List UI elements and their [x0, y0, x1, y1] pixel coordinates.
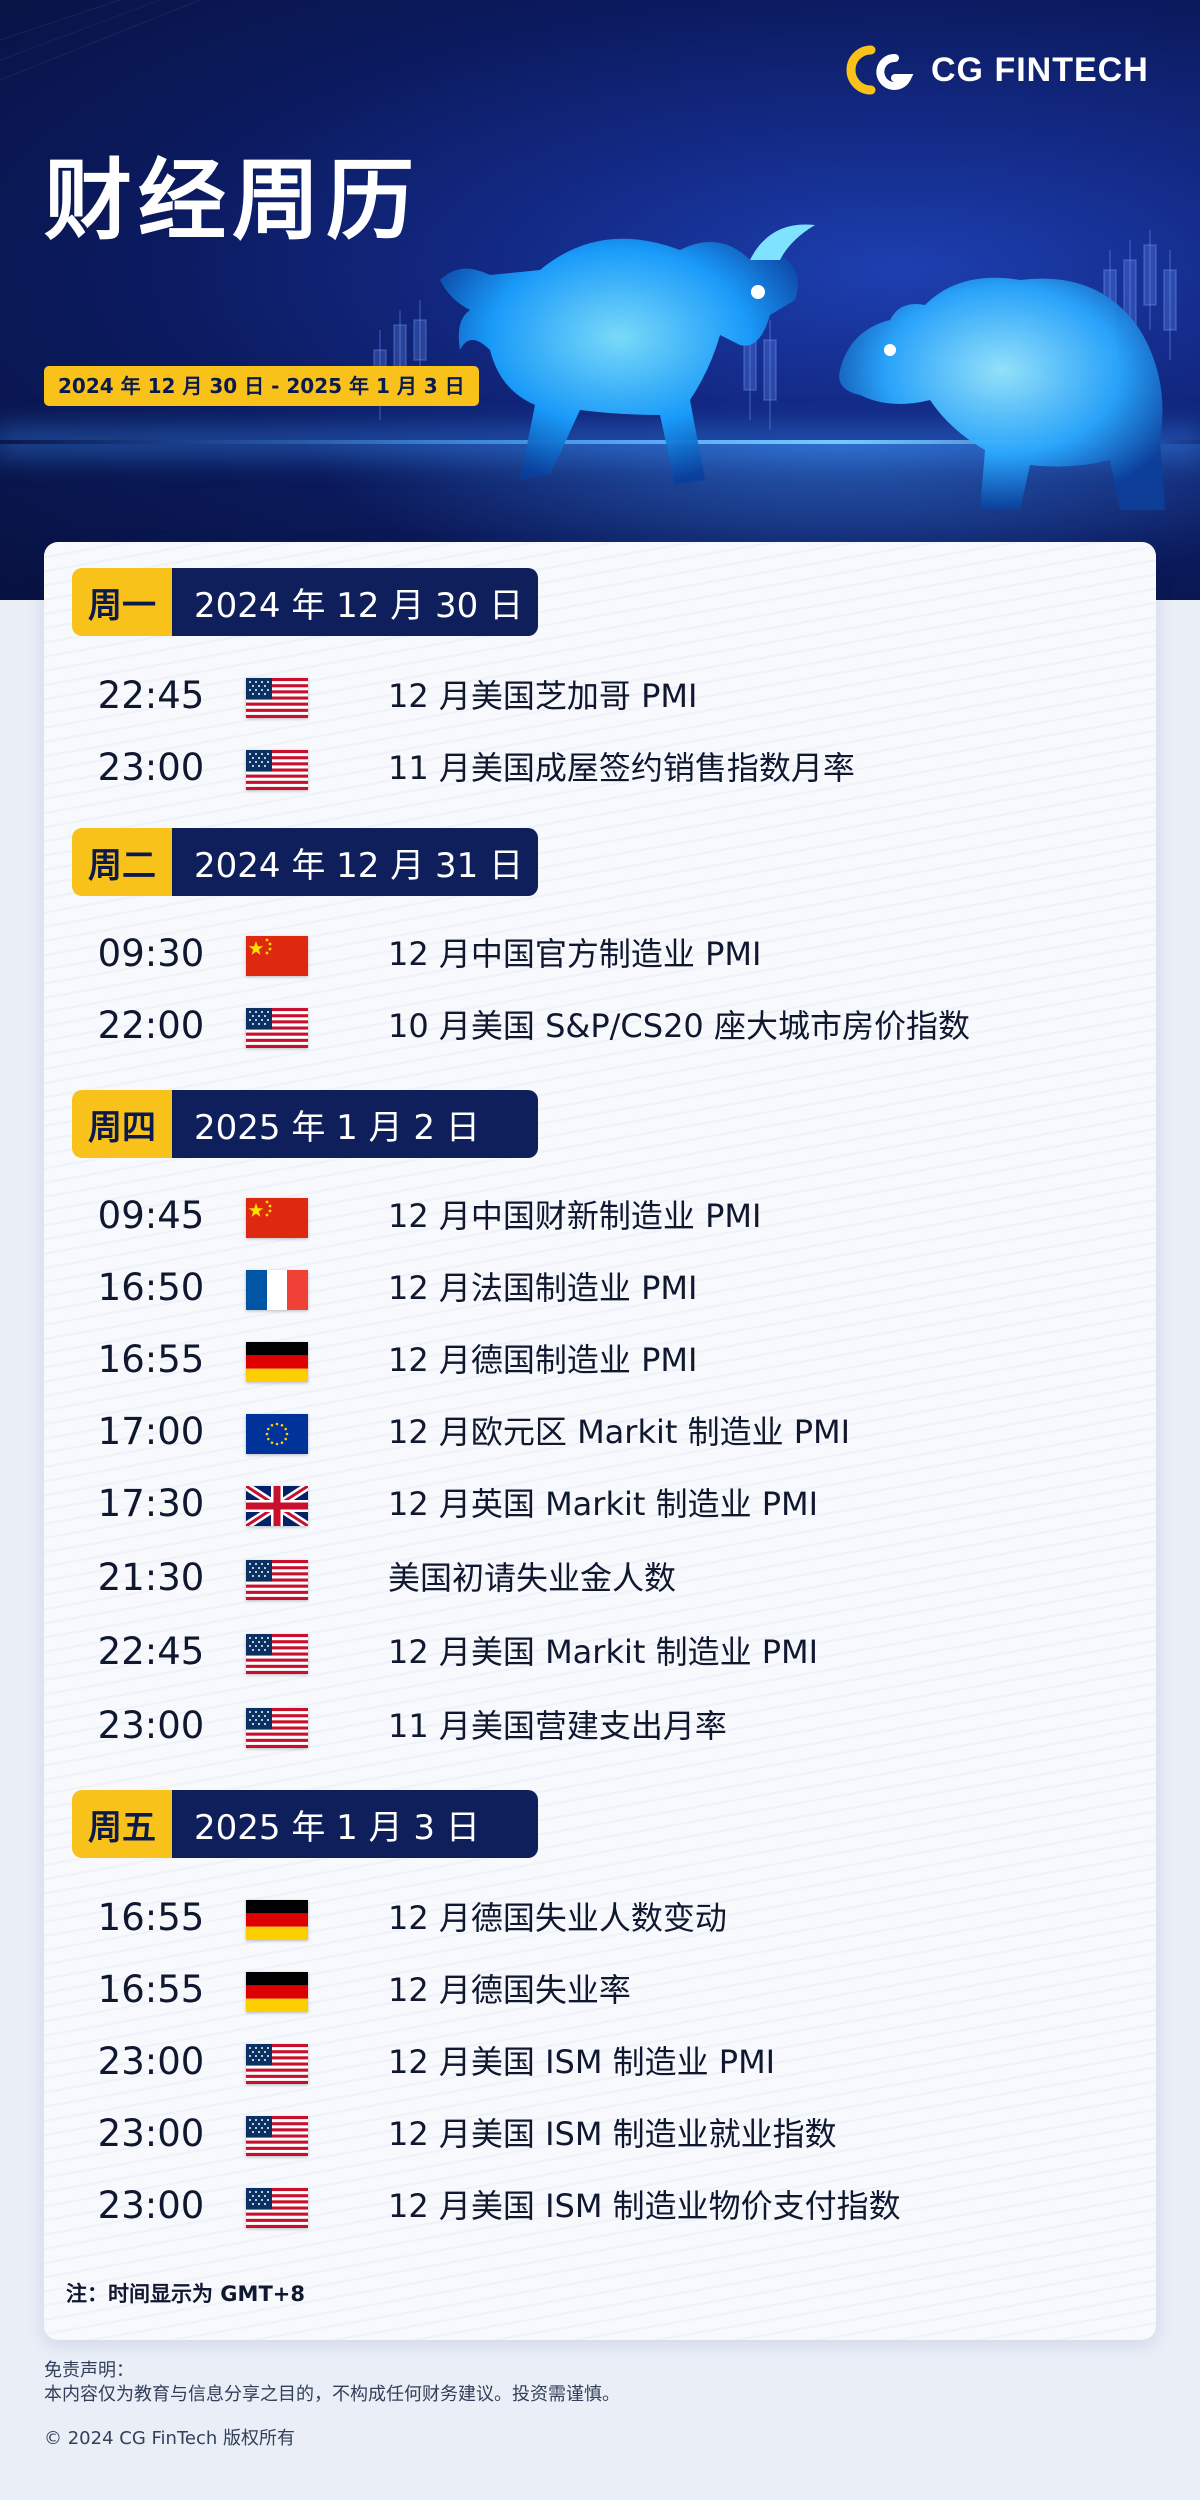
- event-name: 12 月德国失业人数变动: [388, 1899, 727, 1937]
- cn-flag-icon: [246, 936, 308, 976]
- event-name: 12 月中国官方制造业 PMI: [388, 935, 762, 973]
- event-row: 22:00 10 月美国 S&P/CS20 座大城市房价指数: [44, 996, 1156, 1056]
- de-flag-icon: [246, 1972, 308, 2012]
- day-date: 2025 年 1 月 3 日: [172, 1790, 538, 1858]
- disclaimer-body: 本内容仅为教育与信息分享之目的，不构成任何财务建议。投资需谨慎。: [44, 2384, 620, 2405]
- calendar-card: 周一 2024 年 12 月 30 日 22:45 12 月美国芝加哥 PMI …: [44, 542, 1156, 2340]
- event-name: 12 月美国 ISM 制造业物价支付指数: [388, 2187, 901, 2225]
- us-flag-icon: [246, 750, 308, 790]
- event-name: 12 月法国制造业 PMI: [388, 1269, 698, 1307]
- disclaimer-title: 免责声明：: [44, 2360, 134, 2381]
- event-name: 12 月欧元区 Markit 制造业 PMI: [388, 1413, 851, 1451]
- event-row: 23:00 12 月美国 ISM 制造业物价支付指数: [44, 2176, 1156, 2236]
- event-time: 22:45: [97, 1630, 205, 1673]
- event-time: 09:45: [97, 1194, 205, 1237]
- event-time: 16:50: [97, 1266, 205, 1309]
- event-time: 16:55: [97, 1968, 205, 2011]
- day-date: 2024 年 12 月 31 日: [172, 828, 538, 896]
- event-row: 23:00 12 月美国 ISM 制造业就业指数: [44, 2104, 1156, 2164]
- event-row: 22:45 12 月美国芝加哥 PMI: [44, 666, 1156, 726]
- us-flag-icon: [246, 678, 308, 718]
- event-name: 11 月美国营建支出月率: [388, 1707, 727, 1745]
- de-flag-icon: [246, 1900, 308, 1940]
- event-time: 22:45: [97, 674, 205, 717]
- event-row: 23:00 11 月美国营建支出月率: [44, 1696, 1156, 1756]
- event-time: 23:00: [97, 2184, 205, 2227]
- event-name: 12 月美国 Markit 制造业 PMI: [388, 1633, 819, 1671]
- us-flag-icon: [246, 1708, 308, 1748]
- day-date: 2024 年 12 月 30 日: [172, 568, 538, 636]
- event-name: 10 月美国 S&P/CS20 座大城市房价指数: [388, 1007, 970, 1045]
- cn-flag-icon: [246, 1198, 308, 1238]
- cg-logo-icon: [846, 45, 914, 95]
- uk-flag-icon: [246, 1486, 308, 1526]
- event-name: 美国初请失业金人数: [388, 1559, 677, 1597]
- event-name: 12 月美国 ISM 制造业 PMI: [388, 2043, 776, 2081]
- event-row: 23:00 12 月美国 ISM 制造业 PMI: [44, 2032, 1156, 2092]
- event-time: 23:00: [97, 2112, 205, 2155]
- event-time: 17:30: [97, 1482, 205, 1525]
- event-name: 12 月德国失业率: [388, 1971, 631, 2009]
- event-name: 12 月美国 ISM 制造业就业指数: [388, 2115, 837, 2153]
- event-time: 23:00: [97, 746, 205, 789]
- event-time: 16:55: [97, 1896, 205, 1939]
- event-time: 09:30: [97, 932, 205, 975]
- day-header-monday: 周一 2024 年 12 月 30 日: [72, 568, 538, 636]
- bull-and-bear-illustration: [440, 224, 1165, 510]
- event-row: 09:30 12 月中国官方制造业 PMI: [44, 924, 1156, 984]
- event-time: 21:30: [97, 1556, 205, 1599]
- us-flag-icon: [246, 1008, 308, 1048]
- event-row: 22:45 12 月美国 Markit 制造业 PMI: [44, 1622, 1156, 1682]
- day-date: 2025 年 1 月 2 日: [172, 1090, 538, 1158]
- weekday-label: 周五: [72, 1790, 172, 1858]
- day-header-friday: 周五 2025 年 1 月 3 日: [72, 1790, 538, 1858]
- us-flag-icon: [246, 2116, 308, 2156]
- fr-flag-icon: [246, 1270, 308, 1310]
- event-name: 12 月英国 Markit 制造业 PMI: [388, 1485, 819, 1523]
- de-flag-icon: [246, 1342, 308, 1382]
- us-flag-icon: [246, 1634, 308, 1674]
- event-row: 17:00 12 月欧元区 Markit 制造业 PMI: [44, 1402, 1156, 1462]
- event-time: 17:00: [97, 1410, 205, 1453]
- event-row: 17:30 12 月英国 Markit 制造业 PMI: [44, 1474, 1156, 1534]
- event-row: 16:55 12 月德国制造业 PMI: [44, 1330, 1156, 1390]
- us-flag-icon: [246, 1560, 308, 1600]
- date-range-badge: 2024 年 12 月 30 日 - 2025 年 1 月 3 日: [44, 366, 479, 406]
- us-flag-icon: [246, 2188, 308, 2228]
- event-row: 09:45 12 月中国财新制造业 PMI: [44, 1186, 1156, 1246]
- event-name: 12 月美国芝加哥 PMI: [388, 677, 698, 715]
- event-row: 16:55 12 月德国失业率: [44, 1960, 1156, 2020]
- bear-icon: [839, 277, 1165, 510]
- weekday-label: 周一: [72, 568, 172, 636]
- event-time: 16:55: [97, 1338, 205, 1381]
- brand-logo: CG FINTECH: [845, 44, 1149, 96]
- hero-banner: CG FINTECH 财经周历 2024 年 12 月 30 日 - 2025 …: [0, 0, 1200, 600]
- day-header-tuesday: 周二 2024 年 12 月 31 日: [72, 828, 538, 896]
- event-time: 23:00: [97, 2040, 205, 2083]
- weekday-label: 周二: [72, 828, 172, 896]
- eu-flag-icon: [246, 1414, 308, 1454]
- event-row: 16:50 12 月法国制造业 PMI: [44, 1258, 1156, 1318]
- event-row: 16:55 12 月德国失业人数变动: [44, 1888, 1156, 1948]
- brand-name: CG FINTECH: [931, 50, 1149, 89]
- page-title: 财经周历: [44, 149, 421, 252]
- event-name: 11 月美国成屋签约销售指数月率: [388, 749, 855, 787]
- weekday-label: 周四: [72, 1090, 172, 1158]
- event-name: 12 月中国财新制造业 PMI: [388, 1197, 762, 1235]
- bull-icon: [440, 224, 815, 485]
- copyright: © 2024 CG FinTech 版权所有: [44, 2428, 295, 2449]
- event-row: 23:00 11 月美国成屋签约销售指数月率: [44, 738, 1156, 798]
- timezone-note: 注：时间显示为 GMT+8: [66, 2282, 305, 2306]
- event-time: 22:00: [97, 1004, 205, 1047]
- event-name: 12 月德国制造业 PMI: [388, 1341, 698, 1379]
- event-time: 23:00: [97, 1704, 205, 1747]
- us-flag-icon: [246, 2044, 308, 2084]
- day-header-thursday: 周四 2025 年 1 月 2 日: [72, 1090, 538, 1158]
- event-row: 21:30 美国初请失业金人数: [44, 1548, 1156, 1608]
